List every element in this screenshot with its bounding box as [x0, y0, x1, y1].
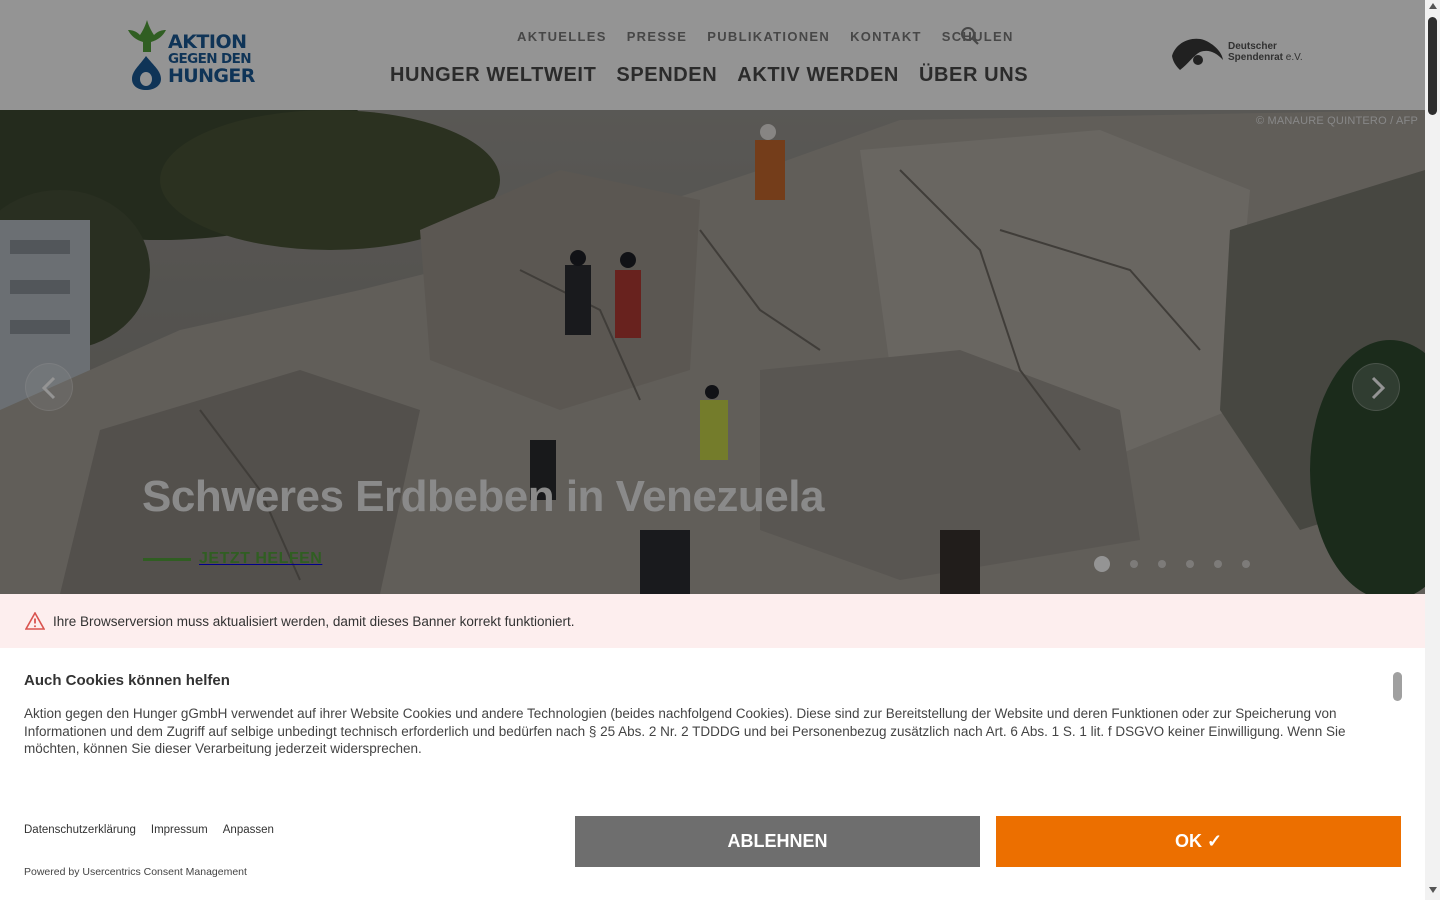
warning-icon: [25, 612, 45, 630]
spendenrat-line-2: Spendenrat e.V.: [1228, 51, 1303, 64]
spendenrat-logo-icon: [1172, 38, 1223, 70]
top-nav-aktuelles[interactable]: AKTUELLES: [517, 29, 607, 44]
privacy-policy-link[interactable]: Datenschutzerklärung: [24, 824, 136, 836]
scroll-down-arrow-icon[interactable]: [1429, 887, 1437, 893]
main-nav-hunger-weltweit[interactable]: HUNGER WELTWEIT: [390, 64, 596, 87]
logo-line-3: HUNGER: [168, 64, 255, 87]
logo[interactable]: AKTION GEGEN DEN HUNGER: [128, 18, 255, 92]
slider-dot-6[interactable]: [1242, 560, 1250, 568]
leaf-drop-logo-icon: [128, 20, 166, 90]
spendenrat-line-2-main: Spendenrat: [1228, 51, 1284, 63]
scroll-up-arrow-icon[interactable]: [1429, 3, 1437, 9]
main-nav-aktiv-werden[interactable]: AKTIV WERDEN: [737, 64, 899, 87]
consent-links: Datenschutzerklärung Impressum Anpassen: [24, 824, 289, 836]
search-icon[interactable]: [960, 26, 980, 46]
hero-cta-label: JETZT HELFEN: [199, 550, 323, 567]
hero-cta-link[interactable]: JETZT HELFEN: [143, 550, 322, 568]
page-scrollbar-thumb[interactable]: [1428, 17, 1437, 115]
slider-dots: [1094, 556, 1270, 572]
cookie-consent-banner: Auch Cookies können helfen Aktion gegen …: [0, 648, 1425, 900]
browser-warning-text: Ihre Browserversion muss aktualisiert we…: [53, 613, 575, 629]
top-nav-kontakt[interactable]: KONTAKT: [850, 29, 922, 44]
customize-link[interactable]: Anpassen: [223, 824, 274, 836]
top-nav-publikationen[interactable]: PUBLIKATIONEN: [707, 29, 830, 44]
powered-by: Powered by Usercentrics Consent Manageme…: [24, 866, 247, 878]
page-scrollbar[interactable]: [1425, 0, 1440, 900]
spendenrat-seal[interactable]: Deutscher Spendenrat e.V.: [1170, 36, 1310, 76]
spendenrat-line-2-suffix: e.V.: [1285, 51, 1303, 63]
site-header: AKTION GEGEN DEN HUNGER AKTUELLES PRESSE…: [0, 0, 1425, 110]
chevron-right-icon: [1371, 376, 1386, 400]
browser-warning: Ihre Browserversion muss aktualisiert we…: [0, 594, 1425, 648]
photo-credit: © MANAURE QUINTERO / AFP: [1255, 115, 1418, 127]
consent-title: Auch Cookies können helfen: [24, 672, 230, 689]
accept-button[interactable]: OK ✓: [996, 816, 1401, 867]
slider-dot-5[interactable]: [1214, 560, 1222, 568]
top-nav: AKTUELLES PRESSE PUBLIKATIONEN KONTAKT S…: [517, 29, 1034, 44]
deny-button[interactable]: ABLEHNEN: [575, 816, 980, 867]
main-nav: HUNGER WELTWEIT SPENDEN AKTIV WERDEN ÜBE…: [390, 64, 1048, 87]
slider-next-button[interactable]: [1352, 363, 1400, 411]
slider-dot-4[interactable]: [1186, 560, 1194, 568]
main-nav-spenden[interactable]: SPENDEN: [616, 64, 717, 87]
slider-dot-1[interactable]: [1094, 556, 1110, 572]
chevron-left-icon: [41, 376, 56, 400]
hero-slider: © MANAURE QUINTERO / AFP Schweres Erdbeb…: [0, 110, 1425, 594]
slider-dot-2[interactable]: [1130, 560, 1138, 568]
spendenrat-text: Deutscher Spendenrat e.V.: [1228, 41, 1303, 64]
slider-dot-3[interactable]: [1158, 560, 1166, 568]
logo-wordmark: AKTION GEGEN DEN HUNGER: [168, 33, 255, 86]
imprint-link[interactable]: Impressum: [151, 824, 208, 836]
main-nav-ueber-uns[interactable]: ÜBER UNS: [919, 64, 1028, 87]
consent-body: Aktion gegen den Hunger gGmbH verwendet …: [24, 706, 1346, 756]
hero-title: Schweres Erdbeben in Venezuela: [142, 472, 824, 521]
consent-scrollbar[interactable]: [1393, 672, 1402, 701]
slider-prev-button[interactable]: [25, 363, 73, 411]
logo-line-1: AKTION: [168, 31, 247, 53]
cta-bar: [143, 557, 191, 561]
top-nav-presse[interactable]: PRESSE: [627, 29, 688, 44]
